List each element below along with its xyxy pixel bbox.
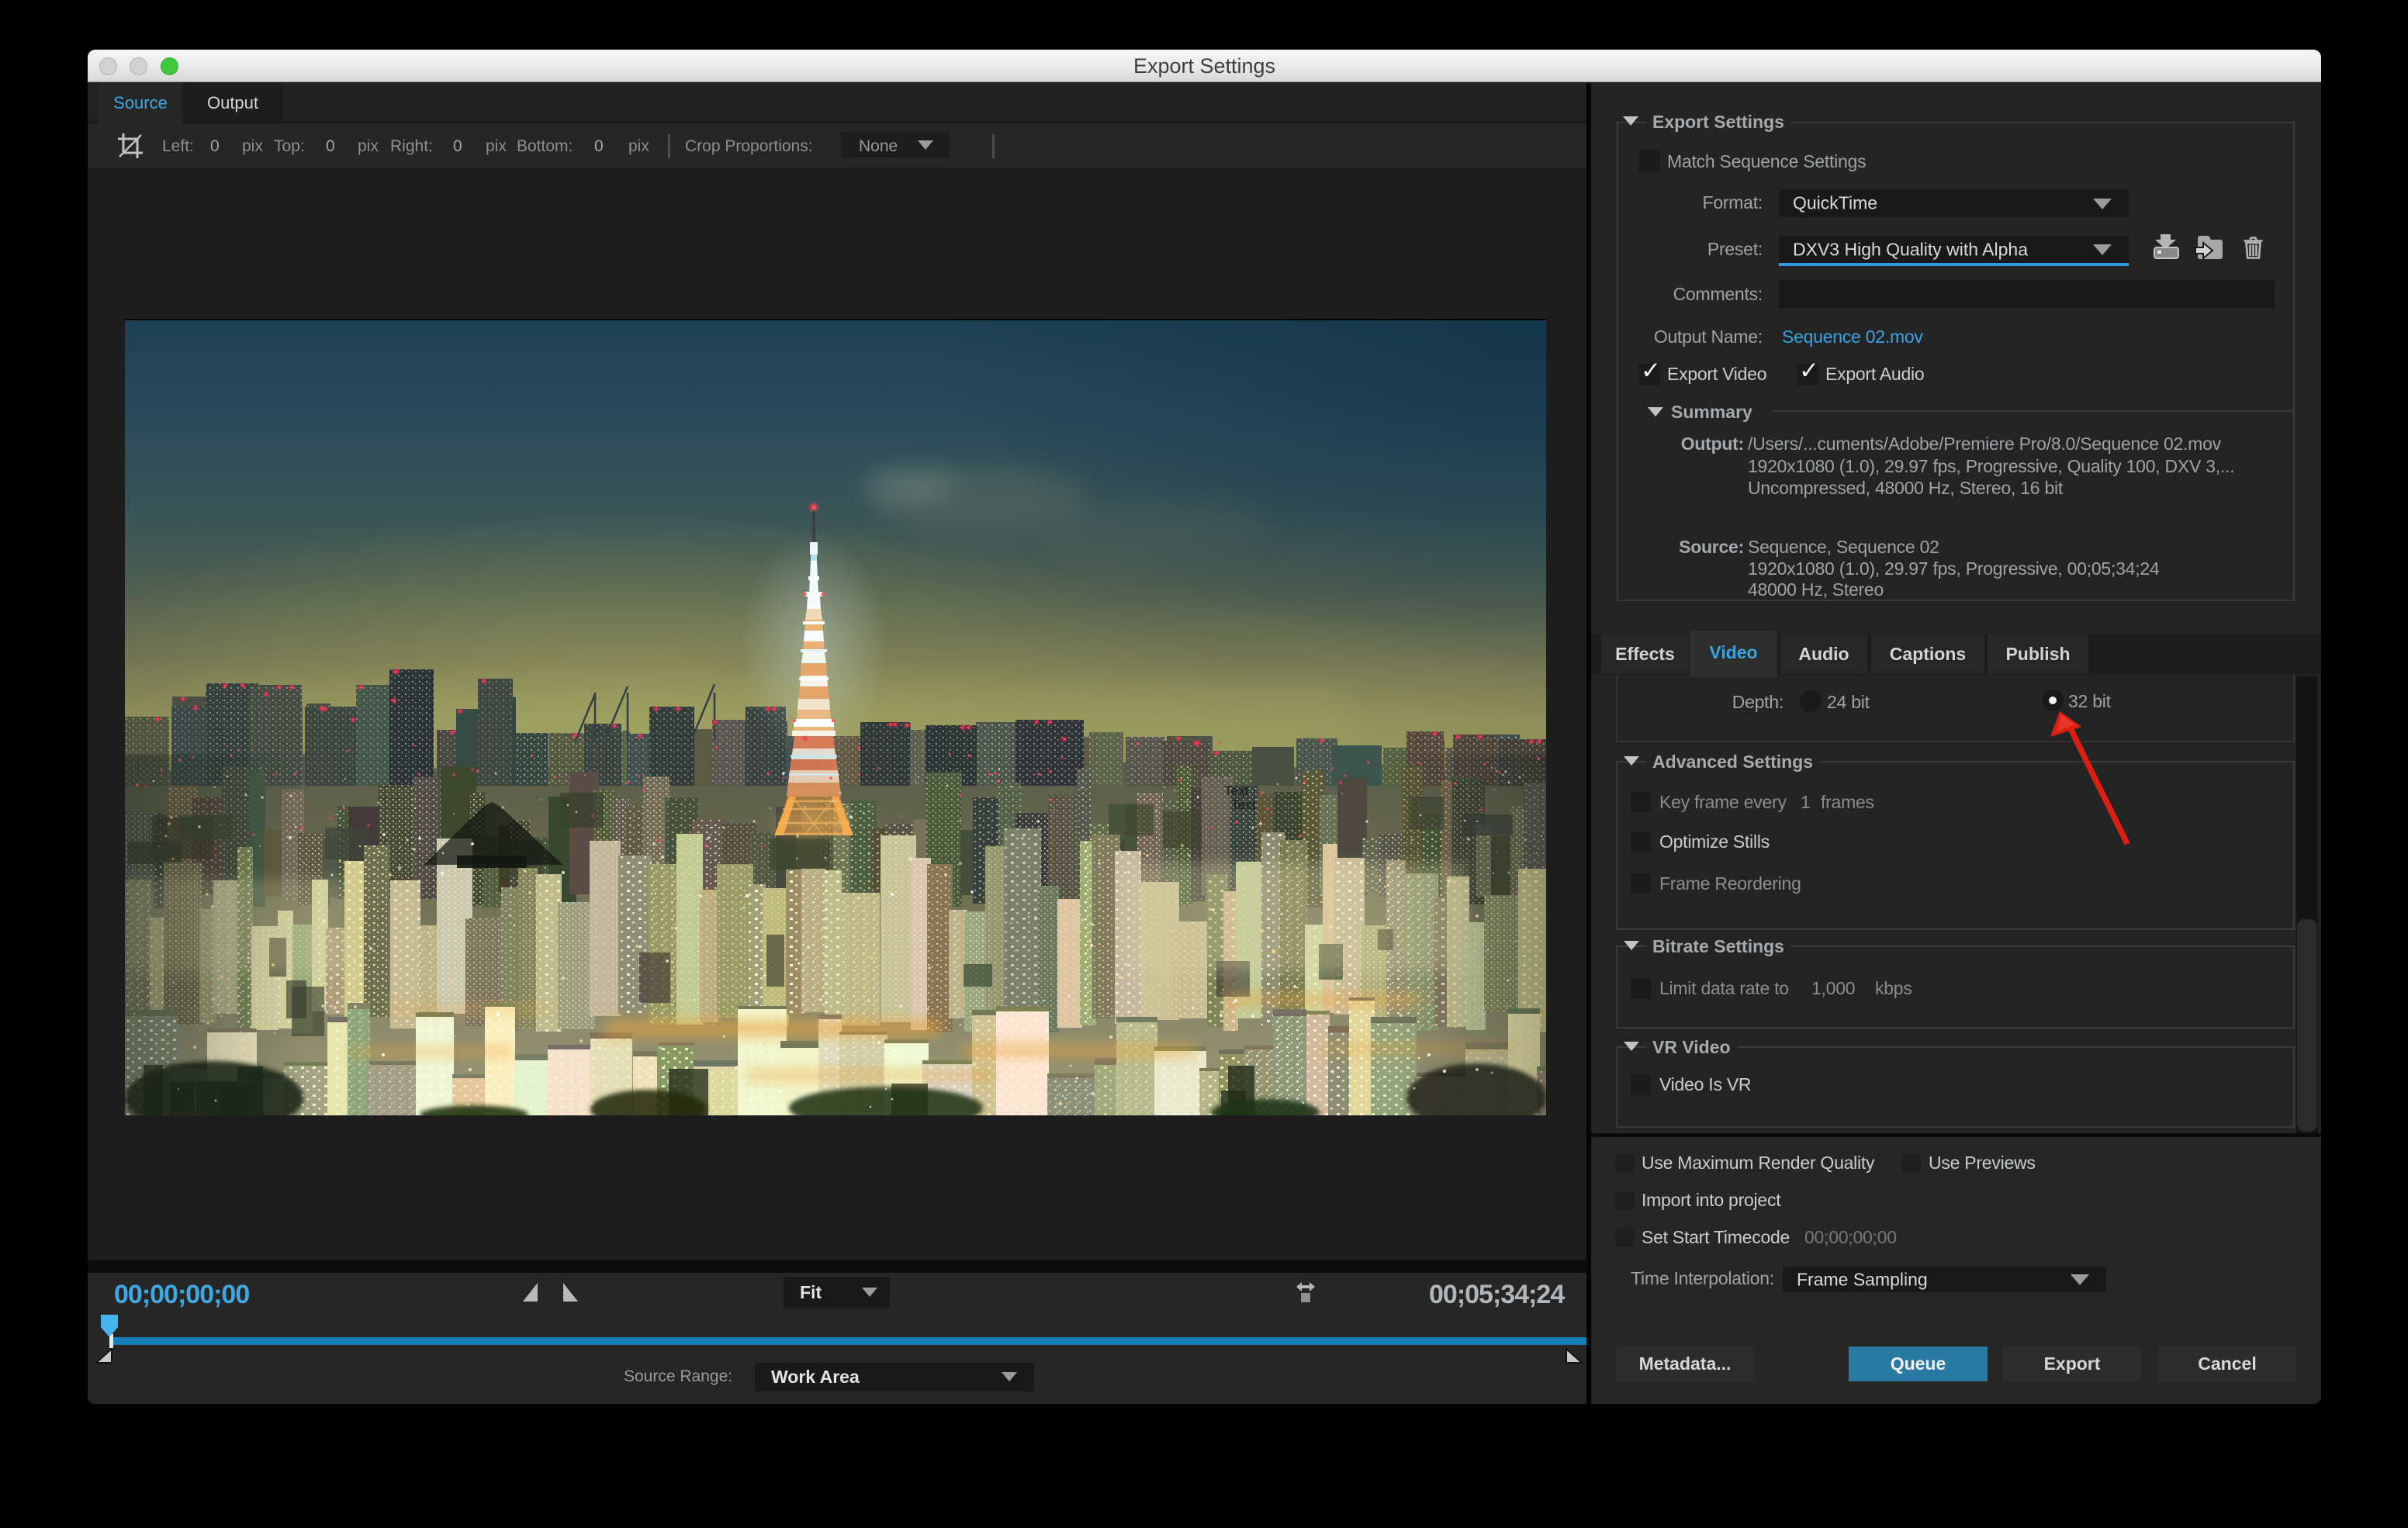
svg-text:Text: Text xyxy=(1231,797,1255,812)
svg-text:Text: Text xyxy=(1224,783,1248,798)
